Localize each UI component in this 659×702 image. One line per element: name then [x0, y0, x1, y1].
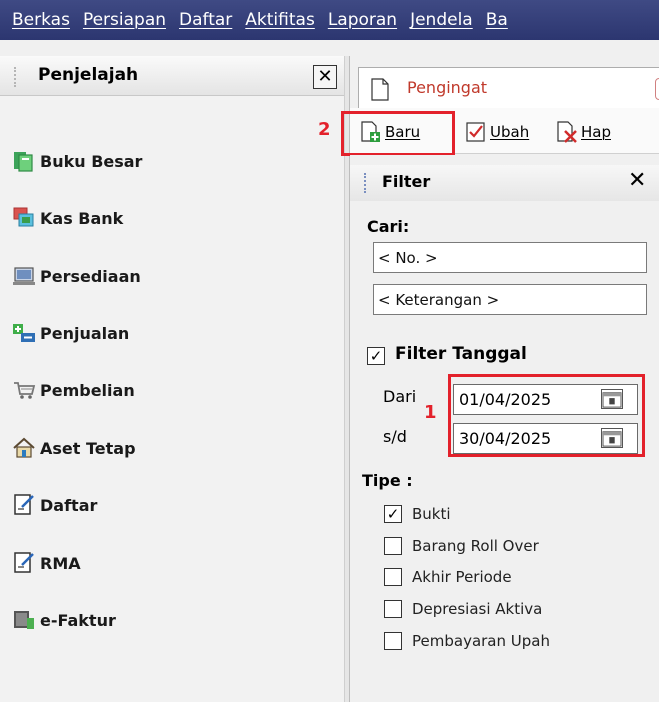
type-label: Tipe : [362, 471, 413, 490]
menu-aktifitas[interactable]: Aktifitas [245, 10, 315, 30]
nav-item-e-faktur[interactable]: e-Faktur [0, 600, 344, 640]
filter-close-button[interactable]: ✕ [628, 168, 646, 193]
type-label-bukti: Bukti [412, 505, 451, 523]
type-checkbox-akhir-periode[interactable] [384, 568, 402, 586]
from-date-label: Dari [383, 387, 417, 406]
type-label-barang-roll-over: Barang Roll Over [412, 537, 539, 555]
efaktur-icon [14, 611, 34, 629]
nav-label: RMA [40, 553, 81, 573]
explorer-header: Penjelajah ✕ [0, 56, 344, 96]
type-label-depresiasi-aktiva: Depresiasi Aktiva [412, 600, 543, 618]
nav-item-buku-besar[interactable]: Buku Besar [0, 141, 344, 181]
grip-handle[interactable] [364, 173, 368, 193]
menu-bantuan[interactable]: Ba [486, 10, 508, 30]
edit-button[interactable]: Ubah [465, 118, 529, 146]
filter-title: Filter [382, 172, 431, 191]
nav-item-daftar[interactable]: Daftar [0, 485, 344, 525]
date-filter-label: Filter Tanggal [395, 344, 527, 364]
number-search-input[interactable]: < No. > [373, 242, 647, 273]
rma-icon [14, 552, 34, 573]
callout-box-date-range [448, 374, 645, 457]
house-icon [13, 437, 35, 458]
purchase-cart-icon [14, 382, 36, 399]
callout-number-2: 2 [318, 119, 331, 140]
delete-button[interactable]: Hap [556, 118, 611, 146]
inventory-icon [13, 267, 35, 285]
description-search-input[interactable]: < Keterangan > [373, 284, 647, 315]
list-icon [14, 494, 34, 515]
nav-item-aset-tetap[interactable]: Aset Tetap [0, 428, 344, 468]
document-icon [371, 78, 389, 101]
nav-item-persediaan[interactable]: Persediaan [0, 256, 344, 296]
cash-bank-icon [13, 207, 34, 227]
grip-handle[interactable] [14, 67, 18, 87]
ledger-icon [14, 152, 33, 172]
edit-button-label: Ubah [490, 123, 530, 141]
callout-box-new [341, 111, 455, 156]
sales-icon [13, 324, 35, 342]
nav-label: Penjualan [40, 323, 130, 343]
date-filter-checkbox[interactable]: ✓ [367, 347, 385, 365]
nav-item-penjualan[interactable]: Penjualan [0, 313, 344, 353]
menu-jendela[interactable]: Jendela [410, 10, 473, 30]
type-checkbox-bukti[interactable]: ✓ [384, 505, 402, 523]
nav-item-kas-bank[interactable]: Kas Bank [0, 198, 344, 238]
tab-bar: Pengingat [350, 56, 659, 108]
nav-label: Buku Besar [40, 151, 143, 171]
explorer-title: Penjelajah [38, 65, 139, 85]
explorer-panel: Penjelajah ✕ Buku Besar Kas Bank Persedi… [0, 56, 344, 702]
nav-label: Persediaan [40, 266, 141, 286]
search-label: Cari: [367, 217, 410, 236]
nav-label: Aset Tetap [40, 438, 136, 458]
type-checkbox-pembayaran-upah[interactable] [384, 632, 402, 650]
nav-label: Daftar [40, 495, 98, 515]
delete-button-label: Hap [581, 123, 611, 141]
explorer-close-button[interactable]: ✕ [313, 65, 337, 89]
menu-berkas[interactable]: Berkas [12, 10, 70, 30]
nav-item-rma[interactable]: RMA [0, 543, 344, 583]
nav-label: Kas Bank [40, 208, 124, 228]
nav-label: Pembelian [40, 380, 135, 400]
menu-persiapan[interactable]: Persiapan [83, 10, 166, 30]
menu-bar: Berkas Persiapan Daftar Aktifitas Lapora… [0, 0, 659, 40]
callout-number-1: 1 [424, 402, 437, 423]
edit-check-icon [466, 122, 485, 142]
tab-label: Pengingat [407, 78, 488, 97]
nav-item-pembelian[interactable]: Pembelian [0, 370, 344, 410]
type-label-akhir-periode: Akhir Periode [412, 568, 512, 586]
type-checkbox-barang-roll-over[interactable] [384, 537, 402, 555]
menu-laporan[interactable]: Laporan [328, 10, 397, 30]
tab-pengingat[interactable]: Pengingat [358, 67, 659, 108]
delete-icon [557, 121, 577, 143]
type-checkbox-depresiasi-aktiva[interactable] [384, 600, 402, 618]
to-date-label: s/d [383, 427, 407, 446]
menu-daftar[interactable]: Daftar [179, 10, 232, 30]
nav-label: e-Faktur [40, 610, 116, 630]
tab-close-icon[interactable] [655, 78, 659, 100]
filter-header: Filter ✕ [350, 165, 659, 201]
type-label-pembayaran-upah: Pembayaran Upah [412, 632, 550, 650]
